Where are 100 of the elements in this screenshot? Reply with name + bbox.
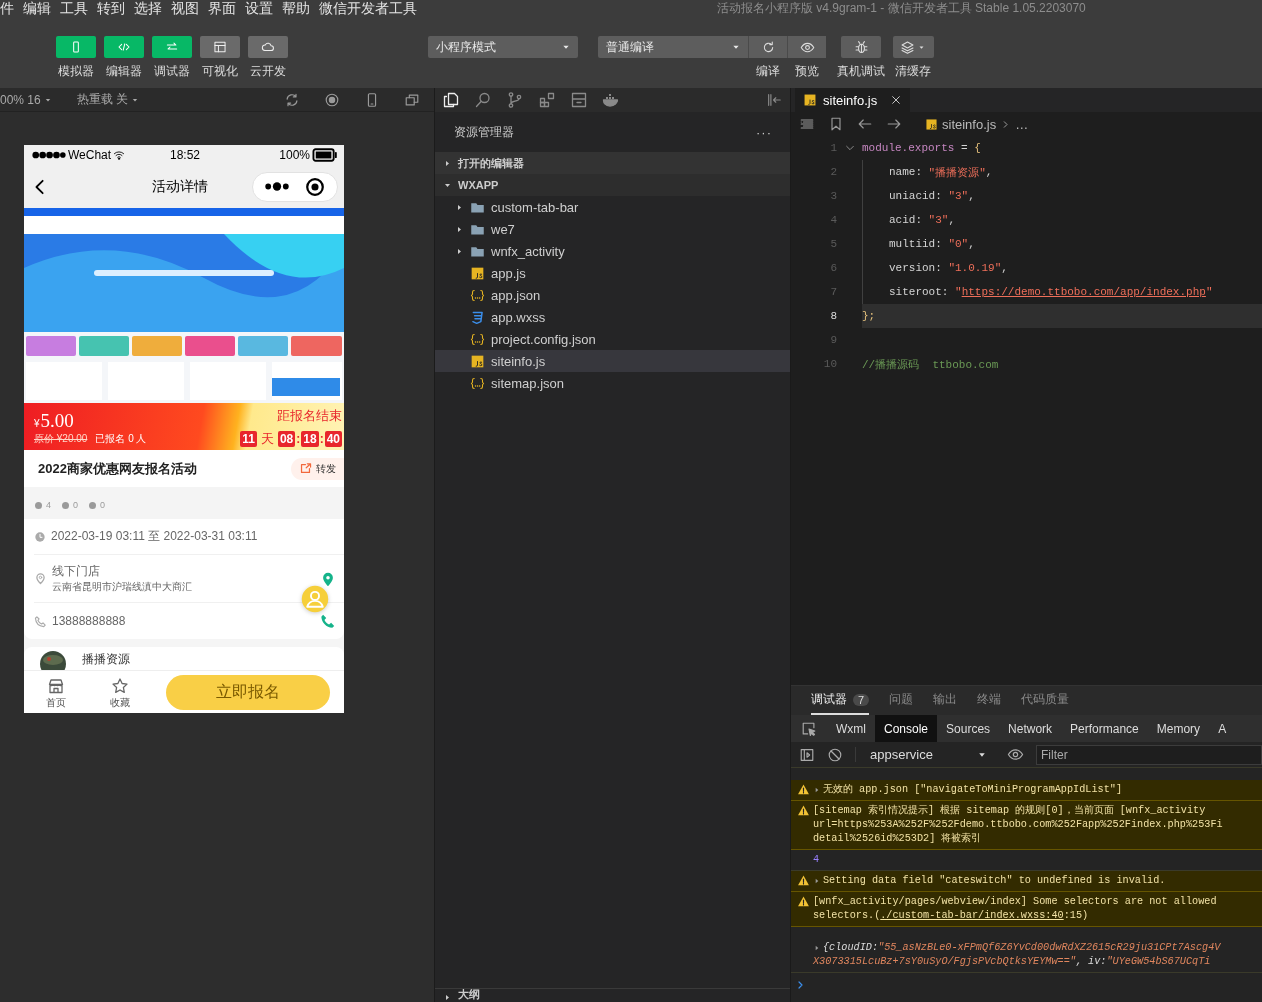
panel-icon[interactable] — [570, 91, 588, 109]
clear-icon[interactable] — [827, 746, 843, 763]
line-number: 4 — [829, 214, 837, 226]
breadcrumb-item[interactable]: … — [1015, 116, 1029, 132]
menu-item[interactable]: 选择 — [134, 0, 162, 18]
phone-number: 13888888888 — [52, 614, 127, 628]
more-button[interactable]: ··· — [756, 124, 772, 140]
clock-icon — [34, 530, 46, 543]
file-tree-item[interactable]: app.js — [435, 262, 790, 284]
file-tree-item[interactable]: sitemap.json — [435, 372, 790, 394]
file-tree-item[interactable]: we7 — [435, 218, 790, 240]
store-icon — [47, 676, 65, 695]
menu-item[interactable]: 设置 — [245, 0, 273, 18]
toolbar-label: 真机调试 — [837, 63, 885, 80]
toolbar-button[interactable] — [892, 36, 934, 58]
line-number: 3 — [829, 190, 837, 202]
devtools-tab[interactable]: Performance — [1061, 715, 1148, 742]
sidebar-icon[interactable] — [799, 746, 815, 763]
view-toggle-button[interactable] — [152, 36, 192, 58]
js-file-icon — [470, 353, 485, 369]
capsule-menu[interactable] — [252, 171, 338, 202]
wifi-icon — [113, 149, 126, 161]
menu-item[interactable]: 转到 — [97, 0, 125, 18]
filter-field[interactable]: Filter — [1036, 744, 1262, 765]
file-tree-item[interactable]: app.wxss — [435, 306, 790, 328]
whale-icon[interactable] — [602, 91, 620, 109]
section-header[interactable]: WXAPP — [435, 174, 790, 196]
panel-tab[interactable]: 输出 — [933, 686, 958, 715]
close-circle-icon — [305, 176, 326, 197]
countdown-digits: 11 — [240, 431, 257, 447]
menu-item[interactable]: 界面 — [208, 0, 236, 18]
map-pin-icon[interactable] — [320, 570, 336, 587]
devtools-tab[interactable]: Network — [999, 715, 1062, 742]
view-toggle-button[interactable] — [104, 36, 144, 58]
close-icon[interactable] — [890, 94, 902, 106]
branch-icon[interactable] — [506, 91, 524, 109]
file-tree-item[interactable]: siteinfo.js — [435, 350, 790, 372]
toolbar-button[interactable] — [748, 36, 787, 58]
devtools-tab[interactable]: Memory — [1147, 715, 1210, 742]
toolbar-button[interactable] — [841, 36, 881, 58]
file-tree-item[interactable]: app.json — [435, 284, 790, 306]
toolbar-button[interactable] — [787, 36, 826, 58]
location-icon — [34, 572, 47, 585]
share-button[interactable]: 转发 — [291, 457, 344, 480]
toolbar-label: 编辑器 — [106, 63, 142, 80]
menu-item[interactable]: 视图 — [171, 0, 199, 18]
collapse-panel-icon[interactable] — [766, 92, 782, 108]
signup-count: 已报名 0 人 — [95, 432, 147, 446]
panel-tab[interactable]: 问题 — [889, 686, 914, 715]
section-header[interactable]: 大纲 — [435, 988, 790, 1002]
compile-dropdown[interactable]: 普通编译 — [598, 36, 748, 58]
expand-icon[interactable] — [813, 877, 821, 885]
back-arrow-icon[interactable] — [857, 116, 873, 132]
menu-item[interactable]: 编辑 — [23, 0, 51, 18]
files-icon[interactable] — [442, 91, 460, 109]
devtools-tab[interactable]: A — [1209, 715, 1236, 742]
section-header[interactable]: 打开的编辑器 — [435, 152, 790, 174]
devtools-tab[interactable]: Sources — [937, 715, 1000, 742]
code-icon — [117, 40, 131, 54]
view-toggle-button[interactable] — [200, 36, 240, 58]
inspect-icon[interactable] — [801, 720, 817, 737]
zoom-dropdown[interactable]: 00% 16 — [0, 92, 53, 107]
tab-bar-item[interactable]: 收藏 — [88, 674, 152, 710]
expand-icon[interactable] — [813, 786, 821, 794]
editor-tab[interactable]: siteinfo.js — [795, 88, 910, 112]
call-icon[interactable] — [320, 613, 336, 629]
tab-bar-item[interactable]: 首页 — [24, 674, 88, 710]
mode-dropdown[interactable]: 小程序模式 — [428, 36, 578, 58]
stop-icon[interactable] — [324, 91, 340, 108]
windows-icon[interactable] — [404, 91, 420, 108]
menu-item[interactable]: 件 — [0, 0, 14, 18]
search-icon[interactable] — [474, 91, 492, 109]
list-icon[interactable] — [799, 116, 815, 132]
signup-button[interactable]: 立即报名 — [166, 674, 330, 710]
expand-icon[interactable] — [813, 944, 821, 952]
rotate-icon[interactable] — [284, 91, 300, 108]
menu-item[interactable]: 工具 — [60, 0, 88, 18]
countdown-digits: 40 — [324, 431, 342, 447]
file-tree-item[interactable]: custom-tab-bar — [435, 196, 790, 218]
code-line: acid: "3", — [862, 208, 1262, 232]
panel-tab[interactable]: 代码质量 — [1021, 686, 1070, 715]
bookmark-icon[interactable] — [828, 116, 844, 132]
eye-icon[interactable] — [1007, 746, 1024, 763]
view-toggle-button[interactable] — [248, 36, 288, 58]
hot-reload-dropdown[interactable]: 热重载 关 — [76, 91, 141, 108]
file-tree-item[interactable]: wnfx_activity — [435, 240, 790, 262]
panel-tab[interactable]: 终端 — [977, 686, 1002, 715]
breadcrumb-item[interactable]: siteinfo.js — [942, 116, 997, 132]
menu-item[interactable]: 微信开发者工具 — [319, 0, 417, 18]
context-dropdown[interactable]: appservice — [855, 747, 995, 762]
menu-item[interactable]: 帮助 — [282, 0, 310, 18]
forward-arrow-icon[interactable] — [886, 116, 902, 132]
source-link[interactable]: ./custom-tab-bar/index.wxss:40 — [880, 909, 1064, 923]
file-tree-item[interactable]: project.config.json — [435, 328, 790, 350]
devtools-tab[interactable]: Wxml — [827, 715, 875, 742]
blocks-icon[interactable] — [538, 91, 556, 109]
view-toggle-button[interactable] — [56, 36, 96, 58]
devtools-tab[interactable]: Console — [875, 715, 938, 742]
console-message: 4 — [813, 853, 820, 867]
code-link[interactable]: https://demo.ttbobo.com/app/index.php — [961, 286, 1206, 298]
